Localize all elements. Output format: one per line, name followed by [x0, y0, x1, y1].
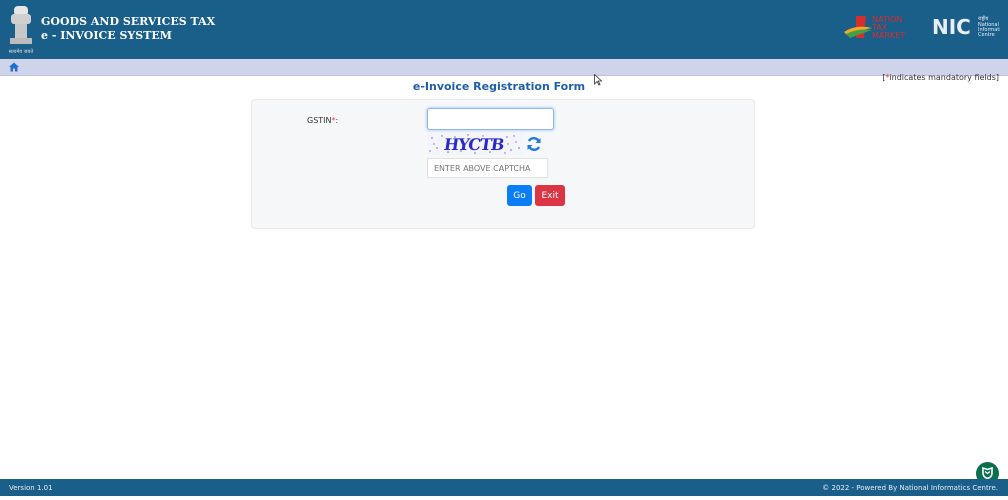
nic-logo: NIC राष्ट्रीय National Informatics Centr… — [932, 15, 1000, 38]
brand-title: GOODS AND SERVICES TAX e - INVOICE SYSTE… — [41, 15, 215, 43]
go-button[interactable]: Go — [507, 185, 532, 206]
svg-text:सत्यमेव जयते: सत्यमेव जयते — [9, 48, 34, 55]
captcha-image: HYCTB — [428, 133, 523, 155]
svg-text:MARKET: MARKET — [872, 31, 905, 40]
mouse-cursor-icon — [594, 74, 602, 86]
svg-text:राष्ट्रीय: राष्ट्रीय — [978, 15, 989, 22]
refresh-captcha-icon[interactable] — [526, 136, 542, 152]
captcha-text: HYCTB — [442, 135, 505, 154]
brand-title-line2: e - INVOICE SYSTEM — [41, 29, 172, 42]
svg-text:Centre: Centre — [978, 32, 995, 38]
page-title: e-Invoice Registration Form — [412, 80, 586, 93]
registration-form-panel: GSTIN*: HYCTB Go Exit — [251, 99, 755, 229]
one-nation-tax-market-logo: NATION TAX MARKET — [844, 15, 905, 40]
copyright-text: © 2022 - Powered By National Informatics… — [822, 484, 998, 492]
nav-bar — [0, 59, 1008, 76]
gstin-label: GSTIN*: — [307, 116, 339, 125]
gstin-input[interactable] — [427, 108, 554, 130]
site-footer: Version 1.01 © 2022 - Powered By Nationa… — [0, 479, 1008, 496]
site-header: सत्यमेव जयते GOODS AND SERVICES TAX e - … — [0, 0, 1008, 59]
svg-text:NIC: NIC — [932, 15, 971, 38]
exit-button[interactable]: Exit — [535, 185, 565, 206]
national-emblem-icon: सत्यमेव जयते — [9, 6, 34, 55]
captcha-input[interactable] — [427, 158, 548, 178]
version-label: Version 1.01 — [9, 484, 53, 492]
brand-title-line1: GOODS AND SERVICES TAX — [41, 15, 216, 28]
home-icon[interactable] — [9, 62, 19, 72]
shield-icon — [982, 467, 993, 479]
